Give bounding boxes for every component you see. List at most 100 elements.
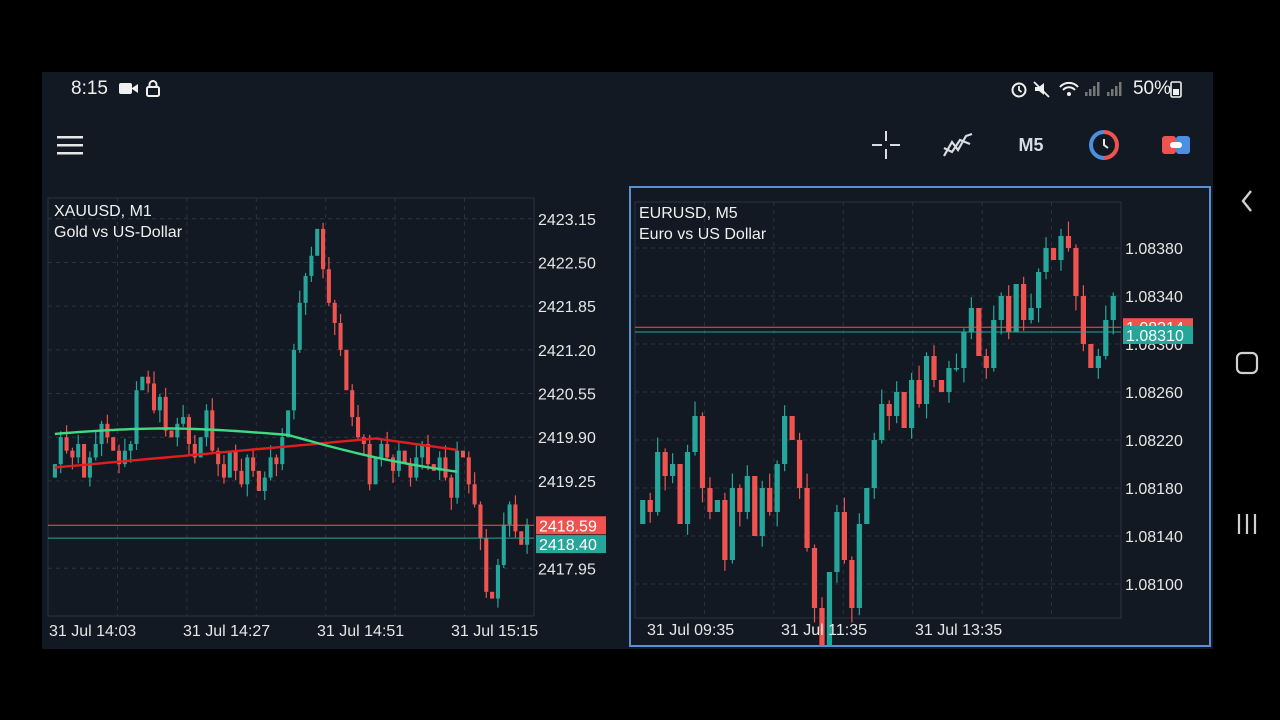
candle-body <box>647 500 653 512</box>
time-tick-label: 31 Jul 14:27 <box>183 623 270 640</box>
candle-body <box>1095 356 1101 368</box>
chart-canvas-eurusd[interactable]: 1.083801.083401.083001.082601.082201.081… <box>631 188 1209 645</box>
recents-button[interactable] <box>1213 512 1280 536</box>
candle-body <box>513 504 518 532</box>
candle-body <box>1028 308 1034 320</box>
price-tick-label: 2419.25 <box>538 474 596 491</box>
signal-icon-1 <box>1084 80 1102 103</box>
candle-body <box>93 443 98 458</box>
crosshair-button[interactable] <box>866 122 906 168</box>
candle-body <box>699 416 706 488</box>
candle-body <box>744 476 750 512</box>
candle-body <box>251 457 256 471</box>
candle-body <box>443 457 448 478</box>
price-tick-label: 2420.55 <box>538 387 596 404</box>
candle-body <box>408 464 413 478</box>
candle-body <box>796 440 803 488</box>
candle-body <box>834 512 840 572</box>
candle-body <box>373 457 378 485</box>
candle-body <box>1006 296 1012 332</box>
timeframe-button[interactable]: M5 <box>1011 122 1051 168</box>
home-button[interactable] <box>1213 350 1280 376</box>
chart-eurusd[interactable]: 1.08380 1.08340 1.08300 1.08260 1.08220 1.081… <box>629 186 1211 647</box>
candle-body <box>64 437 69 451</box>
chart-symbol: XAUUSD, M1 <box>54 203 152 220</box>
candle-body <box>782 416 788 464</box>
candle-body <box>146 376 151 384</box>
candle-body <box>501 524 506 565</box>
back-icon <box>1240 190 1252 212</box>
candle-body <box>1035 272 1042 308</box>
price-tick-label: 1.08340 <box>1125 289 1183 306</box>
time-tick-label: 31 Jul 14:51 <box>317 623 404 640</box>
ask-price-label: 1.08310 <box>1126 328 1184 345</box>
candle-body <box>684 452 691 524</box>
chart-xauusd[interactable]: 2423.15 2422.50 2421.85 2421.20 2420.55 2419.… <box>46 188 628 649</box>
price-tick-label: 2417.95 <box>538 561 596 578</box>
candle-body <box>52 464 57 478</box>
one-click-trading-button[interactable] <box>1156 122 1196 168</box>
time-tick-label: 31 Jul 15:15 <box>451 623 538 640</box>
candle-body <box>309 255 314 276</box>
candle-body <box>729 488 735 560</box>
candle-body <box>871 440 877 488</box>
candle-body <box>722 500 728 560</box>
candle-body <box>111 437 116 451</box>
candle-body <box>297 302 302 350</box>
menu-button[interactable] <box>50 122 90 168</box>
candle-body <box>998 296 1004 320</box>
candle-body <box>140 376 145 391</box>
candle-body <box>507 504 512 525</box>
indicators-button[interactable] <box>938 122 978 168</box>
chart-description: Euro vs US Dollar <box>639 226 767 243</box>
candle-body <box>841 512 848 560</box>
back-button[interactable] <box>1213 188 1280 214</box>
candle-body <box>245 457 250 485</box>
candle-body <box>901 392 907 428</box>
candle-body <box>344 349 349 391</box>
candle-body <box>472 484 477 505</box>
candle-body <box>256 470 261 492</box>
trade-button[interactable] <box>1084 122 1124 168</box>
candle-body <box>385 443 390 458</box>
candle-body <box>1065 236 1072 248</box>
candle-body <box>338 322 343 350</box>
time-tick-label: 31 Jul 14:03 <box>49 623 136 640</box>
candle-body <box>227 450 232 478</box>
chart-canvas-xauusd[interactable]: 2423.15 2422.50 2421.85 2421.20 2420.55 2419.… <box>46 188 628 649</box>
candle-body <box>923 356 930 404</box>
candle-body <box>655 452 661 512</box>
candle-body <box>961 332 967 368</box>
candle-body <box>662 452 668 476</box>
candle-body <box>737 488 743 512</box>
candle-body <box>774 464 780 512</box>
candle-body <box>946 368 952 392</box>
candle-body <box>864 488 870 524</box>
candle-body <box>478 504 483 539</box>
candle-body <box>274 457 279 465</box>
candle-body <box>879 404 885 440</box>
candle-body <box>321 228 326 270</box>
candle-body <box>455 450 460 498</box>
candle-body <box>151 383 157 411</box>
time-tick-label: 31 Jul 13:35 <box>915 622 1002 639</box>
candle-body <box>1073 248 1079 296</box>
signal-icon-2 <box>1106 80 1124 103</box>
candle-body <box>804 488 810 548</box>
menu-icon <box>57 136 83 155</box>
candle-body <box>262 477 267 492</box>
candle-body <box>849 560 855 608</box>
candle-body <box>58 437 63 465</box>
candle-body <box>460 450 466 458</box>
candle-body <box>221 464 227 478</box>
candle-body <box>1013 284 1019 332</box>
time-tick-label: 31 Jul 11:35 <box>781 622 867 639</box>
bid-price-label: 2418.59 <box>539 518 597 535</box>
ask-price-label: 2418.40 <box>539 537 597 554</box>
candle-body <box>332 302 337 323</box>
candle-body <box>204 410 209 438</box>
price-tick-label: 1.08260 <box>1125 385 1183 402</box>
alarm-icon <box>1010 80 1028 103</box>
candle-body <box>1050 248 1057 260</box>
status-bar: 8:15 50% <box>42 72 1213 106</box>
